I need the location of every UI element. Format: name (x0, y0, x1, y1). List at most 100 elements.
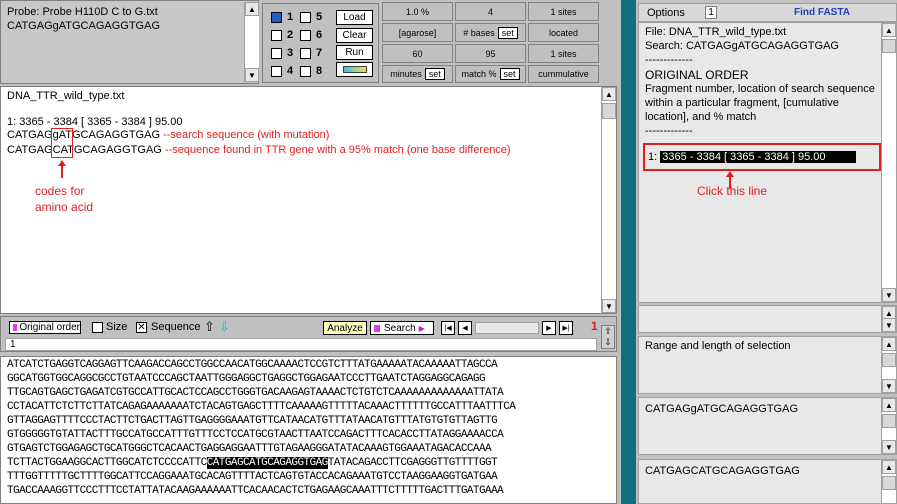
scroll-thumb[interactable] (882, 476, 896, 490)
empty-box-scrollbar[interactable]: ▲ ▼ (881, 306, 896, 332)
dna-line-8-before: TCTTACTGGAAGGCACTTGGCATCTCCCCATTC (7, 457, 207, 469)
lane-2-checkbox[interactable] (271, 30, 282, 41)
lane-6-checkbox[interactable] (300, 30, 311, 41)
size-label: Size (106, 321, 128, 333)
scroll-up-icon[interactable]: ▲ (882, 398, 896, 412)
arrow-up-icon (58, 160, 66, 178)
bases-value[interactable]: 4 (455, 2, 526, 21)
agarose-value[interactable]: 1.0 % (382, 2, 453, 21)
dna-highlight[interactable]: CATGAGCATGCAGAGGTGAG (206, 457, 328, 469)
probe-sequence: CATGAGgATGCAGAGGTGAG (7, 20, 161, 32)
range-box: Range and length of selection ▲ ▼ (638, 336, 897, 394)
info-desc-3: location], and % match (645, 111, 757, 123)
lane-1-checkbox[interactable] (271, 12, 282, 23)
bases-set-button[interactable]: set (497, 26, 518, 39)
info-original-order: ORIGINAL ORDER (645, 68, 749, 82)
scroll-thumb[interactable] (882, 353, 896, 367)
arrow-down-cyan-icon[interactable]: ⇩ (219, 319, 230, 335)
found-seq-a: CATGAG (7, 144, 53, 156)
color-swatch-button[interactable] (336, 62, 373, 77)
dna-line-8-after: TATACAGACCTTCGAGGGTTGTTTTGGT (327, 457, 498, 469)
scroll-up-icon[interactable]: ▲ (882, 337, 896, 351)
position-slider[interactable] (475, 322, 539, 334)
bases-label: # bases (463, 27, 495, 38)
bases-row: # bases set (455, 23, 526, 42)
search-label: Search (384, 322, 416, 334)
info-desc-2: within a particular fragment, [cumulativ… (645, 97, 839, 109)
sequence-checkbox[interactable]: ✕ (136, 322, 147, 333)
found-seq-c: GCAGAGGTGAG (73, 144, 162, 156)
dna-line-3: TTGCAGTGAGCTGAGATCGTGCCATTGCACTCCAGCCTGG… (7, 387, 504, 399)
dna-line-1: ATCATCTGAGGTCAGGAGTTCAAGACCAGCCTGGCCAACA… (7, 359, 498, 371)
lane-5-checkbox[interactable] (300, 12, 311, 23)
first-page-button[interactable]: |◀ (441, 321, 455, 335)
search-info-box: File: DNA_TTR_wild_type.txt Search: CATG… (638, 22, 897, 303)
range-scrollbar[interactable]: ▲ ▼ (881, 337, 896, 393)
lane-2-label: 2 (287, 29, 294, 41)
info-scrollbar[interactable]: ▲ ▼ (881, 23, 896, 302)
scroll-down-icon[interactable]: ▼ (882, 379, 896, 393)
info-desc-1: Fragment number, location of search sequ… (645, 83, 875, 95)
match-label: match % (461, 69, 497, 79)
next-button[interactable]: ▶ (542, 321, 556, 335)
dna-line-9: TTTGGTTTTTGCTTTTGGCATTCCAGGAAATGCACAGTTT… (7, 471, 498, 483)
lane-4-checkbox[interactable] (271, 66, 282, 77)
right-panel: Options 1 Find FASTA File: DNA_TTR_wild_… (638, 0, 897, 504)
run-button[interactable]: Run (336, 45, 373, 60)
lane-7-checkbox[interactable] (300, 48, 311, 59)
options-label[interactable]: Options (647, 7, 685, 19)
analyze-button[interactable]: Analyze (323, 321, 367, 335)
dna-line-8: TCTTACTGGAAGGCACTTGGCATCTCCCCATTCCATGAGC… (7, 457, 498, 470)
prev-button[interactable]: ◀ (458, 321, 472, 335)
results-panel[interactable]: DNA_TTR_wild_type.txt 1: 3365 - 3384 [ 3… (0, 86, 617, 314)
scroll-down-icon[interactable]: ▼ (245, 68, 259, 82)
seq-a-scrollbar[interactable]: ▲ ▼ (881, 398, 896, 454)
match-row: match % set (455, 65, 526, 83)
order-swatch-icon (13, 324, 18, 331)
scroll-up-icon[interactable]: ▲ (882, 460, 896, 474)
minutes-set-button[interactable]: set (424, 68, 445, 80)
sites-located-value: 1 sites (528, 2, 599, 21)
hit-selected[interactable]: 3365 - 3384 [ 3365 - 3384 ] 95.00 (660, 151, 856, 163)
located-label: located (528, 23, 599, 42)
spin-icon[interactable]: ⇧ ⇩ (601, 325, 615, 349)
scroll-up-icon[interactable]: ▲ (882, 23, 896, 37)
arrow-up-outline-icon[interactable]: ⇧ (204, 319, 215, 335)
seq-b-scrollbar[interactable]: ▲ (881, 460, 896, 503)
results-scrollbar[interactable]: ▲ ▼ (601, 87, 616, 313)
match-set-button[interactable]: set (499, 68, 520, 80)
find-fasta-link[interactable]: Find FASTA (794, 7, 850, 18)
original-order-button[interactable]: Original order (9, 321, 81, 334)
lane-3-checkbox[interactable] (271, 48, 282, 59)
scroll-thumb[interactable] (602, 103, 616, 119)
match-value[interactable]: 95 (455, 44, 526, 63)
lane-5-label: 5 (316, 11, 323, 23)
dna-line-2: GGCATGGTGGCAGGCGCCTGTAATCCCAGCTAATTGGGAG… (7, 373, 486, 385)
scroll-down-icon[interactable]: ▼ (882, 288, 896, 302)
cumulative-label: cummulative (528, 65, 599, 83)
dna-line-7: GTGAGTCTGGAGAGCTGCATGGGCTCACAACTGAGGAGGA… (7, 443, 492, 455)
scroll-thumb[interactable] (882, 39, 896, 53)
dna-panel[interactable]: ATCATCTGAGGTCAGGAGTTCAAGACCAGCCTGGCCAACA… (0, 356, 617, 504)
search-seq-c: GCAGAGGTGAG (72, 129, 161, 141)
original-order-label: Original order (19, 322, 80, 333)
last-page-button[interactable]: ▶| (559, 321, 573, 335)
scroll-thumb[interactable] (882, 414, 896, 428)
size-checkbox[interactable] (92, 322, 103, 333)
scroll-down-icon[interactable]: ▼ (602, 299, 616, 313)
load-button[interactable]: Load (336, 10, 373, 25)
codon-note-line1: codes for (35, 184, 85, 198)
scroll-up-icon[interactable]: ▲ (602, 87, 616, 101)
options-value[interactable]: 1 (705, 6, 717, 19)
minutes-value[interactable]: 60 (382, 44, 453, 63)
clear-button[interactable]: Clear (336, 28, 373, 43)
probe-scrollbar[interactable]: ▲ ▼ (244, 2, 259, 82)
hit-counter: 1 (591, 319, 598, 333)
scroll-down-icon[interactable]: ▼ (882, 318, 896, 332)
scroll-up-icon[interactable]: ▲ (245, 2, 259, 16)
hit-line[interactable]: 1: 3365 - 3384 [ 3365 - 3384 ] 95.00 (648, 151, 856, 165)
search-button[interactable]: Search ▶ (370, 321, 434, 335)
lane-8-checkbox[interactable] (300, 66, 311, 77)
row-number-field[interactable]: 1 (5, 338, 597, 351)
scroll-down-icon[interactable]: ▼ (882, 440, 896, 454)
